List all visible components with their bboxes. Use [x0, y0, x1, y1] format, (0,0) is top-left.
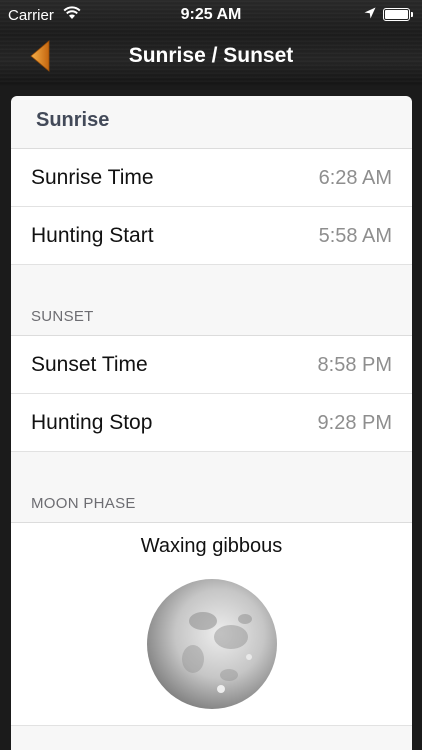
moon-phase-header: MOON PHASE	[11, 452, 412, 522]
moon-image	[147, 579, 277, 709]
sunrise-section-title: Sunrise	[11, 96, 412, 149]
sunrise-title: Sunrise	[36, 109, 110, 131]
page-title: Sunrise / Sunset	[128, 44, 294, 67]
row-value: 9:28 PM	[317, 412, 392, 434]
location-arrow-icon	[364, 7, 376, 19]
row-value: 5:58 AM	[318, 225, 392, 247]
row-label: Hunting Start	[31, 224, 154, 247]
hunting-stop-row[interactable]: Hunting Stop 9:28 PM	[11, 394, 412, 452]
sunset-header-label: SUNSET	[31, 308, 94, 325]
row-value: 8:58 PM	[317, 354, 392, 376]
top-bar: Carrier 9:25 AM Sunrise / Sunset	[0, 0, 422, 86]
row-label: Sunset Time	[31, 353, 148, 376]
moon-phase-name: Waxing gibbous	[140, 535, 283, 557]
sunrise-time-row[interactable]: Sunrise Time 6:28 AM	[11, 149, 412, 207]
content-card: Sunrise Sunrise Time 6:28 AM Hunting Sta…	[11, 96, 412, 750]
row-label: Hunting Stop	[31, 411, 153, 434]
sunset-header: SUNSET	[11, 265, 412, 335]
moon-phase-panel: Waxing gibbous	[11, 522, 412, 726]
moon-phase-header-label: MOON PHASE	[31, 495, 136, 512]
row-label: Sunrise Time	[31, 166, 154, 189]
sunset-time-row[interactable]: Sunset Time 8:58 PM	[11, 335, 412, 394]
hunting-start-row[interactable]: Hunting Start 5:58 AM	[11, 207, 412, 265]
battery-icon	[383, 8, 413, 21]
row-value: 6:28 AM	[318, 167, 392, 189]
status-time: 9:25 AM	[180, 6, 242, 23]
status-bar: Carrier 9:25 AM	[0, 0, 422, 30]
